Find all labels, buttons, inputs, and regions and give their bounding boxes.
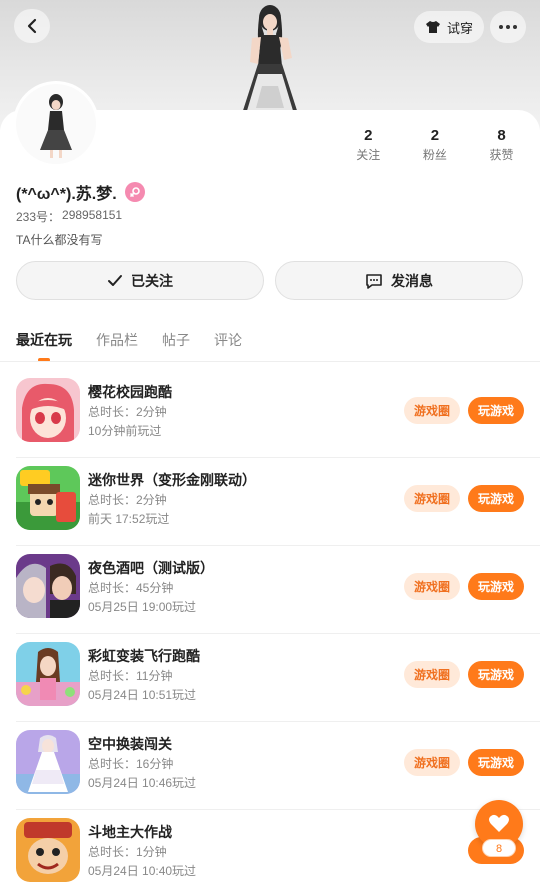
game-title: 斗地主大作战 — [88, 824, 172, 840]
avatar[interactable] — [16, 84, 96, 164]
message-button[interactable]: 发消息 — [275, 261, 523, 300]
game-circle-button[interactable]: 游戏圈 — [404, 749, 460, 776]
game-circle-button[interactable]: 游戏圈 — [404, 485, 460, 512]
game-row[interactable]: 斗地主大作战 总时长：1分钟 05月24日 10:40玩过 玩 — [0, 810, 540, 895]
stat-fans[interactable]: 2 粉丝 — [402, 126, 469, 164]
game-icon-landlord-battle — [16, 818, 80, 882]
more-button[interactable] — [490, 11, 526, 43]
stats-row: 2 关注 2 粉丝 8 获赞 — [335, 126, 535, 164]
nickname-row: (*^ω^*).苏.梦. — [16, 180, 145, 204]
game-duration: 总时长：11分钟 — [88, 669, 173, 683]
nickname: (*^ω^*).苏.梦. — [16, 186, 117, 203]
game-row[interactable]: 樱花校园跑酷 总时长：2分钟 10分钟前玩过 游戏圈 玩游戏 — [0, 370, 540, 458]
game-icon-mini-world — [16, 466, 80, 530]
play-game-button[interactable]: 玩游戏 — [468, 397, 524, 424]
tab-posts[interactable]: 帖子 — [162, 330, 190, 360]
game-title: 夜色酒吧（测试版） — [88, 560, 214, 576]
game-list: 樱花校园跑酷 总时长：2分钟 10分钟前玩过 游戏圈 玩游戏 迷你世界（变形金刚… — [0, 370, 540, 895]
game-last-played: 10分钟前玩过 — [88, 424, 162, 438]
game-circle-button[interactable]: 游戏圈 — [404, 397, 460, 424]
game-title: 彩虹变装飞行跑酷 — [88, 648, 200, 664]
like-count-badge: 8 — [482, 839, 516, 857]
play-game-button[interactable]: 玩游戏 — [468, 573, 524, 600]
bio: TA什么都没有写 — [16, 233, 103, 247]
check-icon — [108, 274, 122, 286]
play-game-button[interactable]: 玩游戏 — [468, 661, 524, 688]
game-duration: 总时长：16分钟 — [88, 757, 174, 771]
tab-works[interactable]: 作品栏 — [96, 330, 138, 360]
stat-likes-count: 8 — [497, 127, 506, 144]
heart-icon — [489, 814, 509, 832]
game-duration: 总时长：1分钟 — [88, 845, 167, 859]
game-last-played: 05月24日 10:40玩过 — [88, 864, 197, 878]
game-last-played: 前天 17:52玩过 — [88, 512, 170, 526]
more-dots-icon — [499, 25, 517, 29]
game-duration: 总时长：2分钟 — [88, 405, 167, 419]
game-row[interactable]: 迷你世界（变形金刚联动） 总时长：2分钟 前天 17:52玩过 游戏圈 玩游戏 — [0, 458, 540, 546]
game-duration: 总时长：45分钟 — [88, 581, 174, 595]
game-duration: 总时长：2分钟 — [88, 493, 167, 507]
user-id-value: 298958151 — [62, 208, 123, 222]
game-title: 樱花校园跑酷 — [88, 384, 172, 400]
game-last-played: 05月24日 10:51玩过 — [88, 688, 197, 702]
shirt-icon — [425, 21, 440, 33]
user-id-label: 233号： — [16, 210, 61, 224]
game-title: 迷你世界（变形金刚联动） — [88, 472, 256, 488]
game-row[interactable]: 彩虹变装飞行跑酷 总时长：11分钟 05月24日 10:51玩过 游戏圈 玩游戏 — [0, 634, 540, 722]
profile-tabs: 最近在玩 作品栏 帖子 评论 — [16, 330, 242, 360]
following-button[interactable]: 已关注 — [16, 261, 264, 300]
game-icon-night-bar — [16, 554, 80, 618]
tab-comments[interactable]: 评论 — [214, 330, 242, 360]
stat-fans-count: 2 — [430, 127, 440, 144]
try-on-label: 试穿 — [446, 20, 473, 36]
game-circle-button[interactable]: 游戏圈 — [404, 573, 460, 600]
avatar-image — [16, 84, 96, 164]
chat-bubble-icon — [366, 273, 382, 289]
game-title: 空中换装闯关 — [88, 736, 172, 752]
game-last-played: 05月24日 10:46玩过 — [88, 776, 197, 790]
following-label: 已关注 — [131, 272, 173, 289]
game-row[interactable]: 空中换装闯关 总时长：16分钟 05月24日 10:46玩过 游戏圈 玩游戏 — [0, 722, 540, 810]
back-button[interactable] — [14, 9, 50, 43]
game-icon-rainbow-dressup — [16, 642, 80, 706]
tab-divider — [0, 361, 540, 362]
tab-recently-played[interactable]: 最近在玩 — [16, 330, 72, 360]
stat-likes[interactable]: 8 获赞 — [468, 126, 535, 164]
message-label: 发消息 — [391, 272, 433, 289]
female-gender-icon — [124, 182, 145, 202]
stat-following-count: 2 — [364, 127, 373, 144]
user-id: 233号： 298958151 — [16, 208, 122, 225]
stat-fans-label: 粉丝 — [422, 148, 447, 162]
chevron-left-icon — [27, 18, 37, 34]
game-icon-sky-dressup — [16, 730, 80, 794]
play-game-button[interactable]: 玩游戏 — [468, 485, 524, 512]
game-circle-button[interactable]: 游戏圈 — [404, 661, 460, 688]
stat-following-label: 关注 — [356, 148, 381, 162]
try-on-button[interactable]: 试穿 — [414, 11, 484, 43]
game-last-played: 05月25日 19:00玩过 — [88, 600, 197, 614]
game-row[interactable]: 夜色酒吧（测试版） 总时长：45分钟 05月25日 19:00玩过 游戏圈 玩游… — [0, 546, 540, 634]
play-game-button[interactable]: 玩游戏 — [468, 749, 524, 776]
game-icon-sakura-parkour — [16, 378, 80, 442]
stat-likes-label: 获赞 — [489, 148, 514, 162]
stat-following[interactable]: 2 关注 — [335, 126, 402, 164]
